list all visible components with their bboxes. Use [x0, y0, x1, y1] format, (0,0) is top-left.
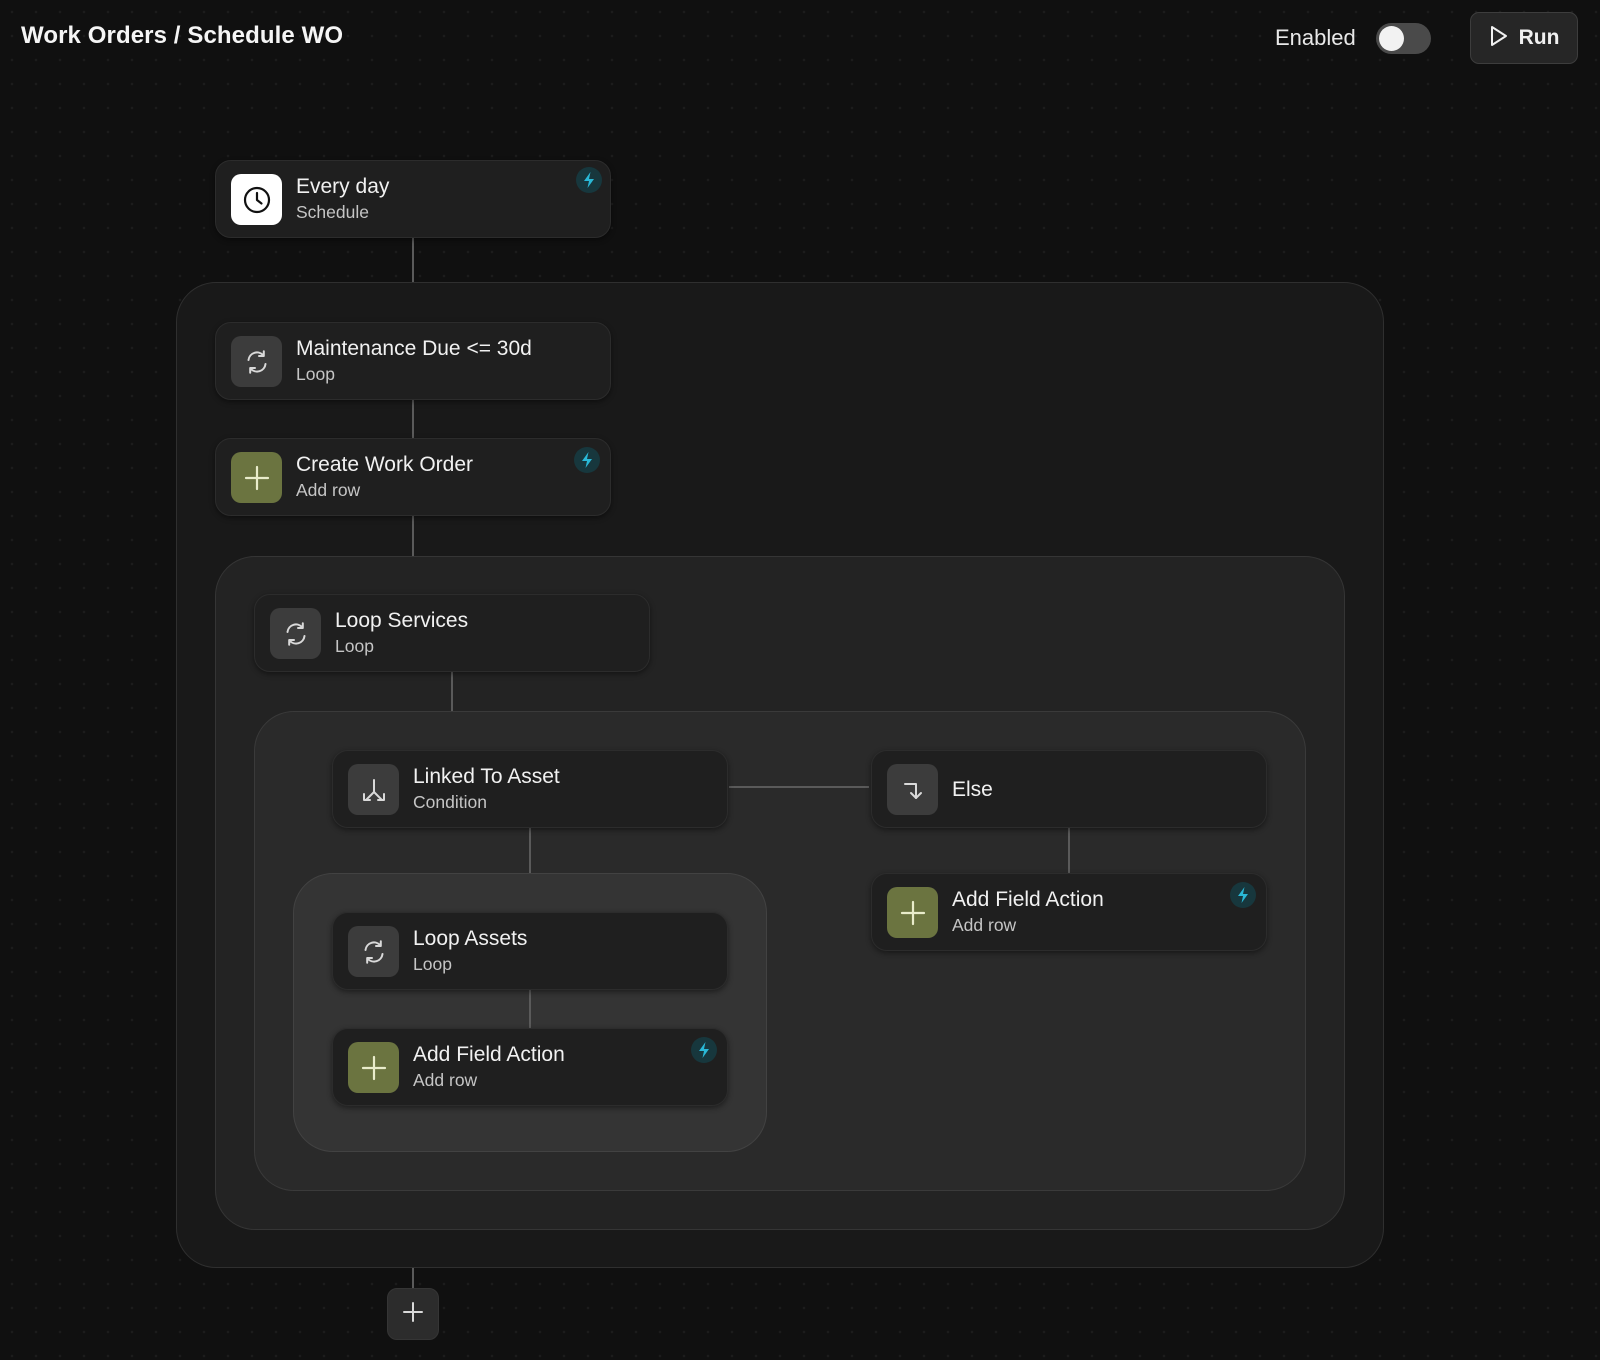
connector: [529, 990, 531, 1028]
node-title: Create Work Order: [296, 453, 473, 476]
node-title: Else: [952, 778, 993, 801]
enabled-toggle[interactable]: [1376, 23, 1431, 54]
create-work-order-node[interactable]: Create Work Order Add row: [215, 438, 611, 516]
play-icon: [1489, 25, 1509, 52]
plus-icon: [887, 887, 938, 938]
workflow-canvas[interactable]: Work Orders / Schedule WO Enabled Run Ev…: [0, 0, 1600, 1360]
node-subtitle: Loop: [296, 364, 335, 384]
node-title: Linked To Asset: [413, 765, 560, 788]
connector: [451, 672, 453, 711]
connector: [412, 238, 414, 282]
run-button[interactable]: Run: [1470, 12, 1578, 64]
run-label: Run: [1518, 26, 1560, 49]
plus-icon: [348, 1042, 399, 1093]
connector: [1068, 828, 1070, 873]
connector: [412, 1268, 414, 1288]
condition-node[interactable]: Linked To Asset Condition: [332, 750, 728, 828]
node-subtitle: Add row: [296, 480, 361, 500]
loop-maintenance-node[interactable]: Maintenance Due <= 30d Loop: [215, 322, 611, 400]
lightning-icon: [576, 167, 602, 193]
lightning-icon: [574, 447, 600, 473]
branch-icon: [348, 764, 399, 815]
node-title: Loop Services: [335, 609, 469, 632]
node-subtitle: Loop: [413, 954, 452, 974]
connector: [412, 400, 414, 438]
trigger-node[interactable]: Every day Schedule: [215, 160, 611, 238]
node-subtitle: Condition: [413, 792, 487, 812]
node-subtitle: Add row: [413, 1070, 478, 1090]
loop-icon: [348, 926, 399, 977]
node-subtitle: Loop: [335, 636, 374, 656]
enabled-label: Enabled: [1275, 25, 1356, 50]
toggle-knob: [1379, 26, 1404, 51]
loop-services-node[interactable]: Loop Services Loop: [254, 594, 650, 672]
loop-icon: [231, 336, 282, 387]
lightning-icon: [691, 1037, 717, 1063]
connector: [412, 516, 414, 556]
breadcrumb: Work Orders / Schedule WO: [21, 22, 344, 49]
loop-assets-node[interactable]: Loop Assets Loop: [332, 912, 728, 990]
node-title: Add Field Action: [413, 1043, 565, 1066]
add-field-action-node[interactable]: Add Field Action Add row: [332, 1028, 728, 1106]
node-subtitle: Schedule: [296, 202, 369, 222]
condition-else-connector: [729, 786, 869, 788]
add-field-action-else-node[interactable]: Add Field Action Add row: [871, 873, 1267, 951]
loop-icon: [270, 608, 321, 659]
node-title: Add Field Action: [952, 888, 1104, 911]
add-step-button[interactable]: [387, 1288, 439, 1340]
node-title: Maintenance Due <= 30d: [296, 337, 532, 360]
else-arrow-icon: [887, 764, 938, 815]
node-subtitle: Add row: [952, 915, 1017, 935]
lightning-icon: [1230, 882, 1256, 908]
node-title: Every day: [296, 175, 390, 198]
clock-icon: [231, 174, 282, 225]
else-node[interactable]: Else: [871, 750, 1267, 828]
plus-icon: [401, 1300, 425, 1329]
plus-icon: [231, 452, 282, 503]
connector: [529, 828, 531, 873]
node-title: Loop Assets: [413, 927, 528, 950]
